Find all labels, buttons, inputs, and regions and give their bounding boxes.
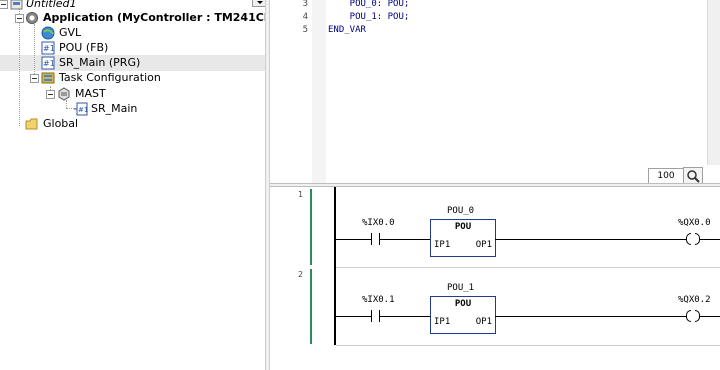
vertical-scrollbar[interactable]: [707, 0, 720, 165]
sr-main-prg-label: SR_Main (PRG): [59, 56, 141, 69]
code-line[interactable]: END_VAR: [328, 25, 366, 35]
collapse-icon[interactable]: [30, 74, 39, 83]
pou-icon: #1: [41, 41, 55, 55]
wire: [336, 316, 371, 317]
network-number: 1: [298, 190, 304, 199]
wire: [495, 239, 686, 240]
fold-margin: [312, 0, 326, 183]
ladder-editor[interactable]: 1 %IX0.0 POU_0 POU IP1 OP1 %QX0.0 2 %IX0…: [270, 187, 720, 370]
program-call-icon: #1: [74, 102, 88, 116]
code-line[interactable]: POU_1: POU;: [328, 12, 410, 22]
wire: [700, 316, 720, 317]
contact-symbol[interactable]: [371, 233, 372, 245]
function-block[interactable]: POU IP1 OP1: [430, 296, 496, 334]
network-marker[interactable]: [310, 269, 312, 344]
fb-input-pin: IP1: [434, 240, 451, 250]
svg-text:#1: #1: [43, 59, 55, 68]
tree-item-mast[interactable]: MAST: [0, 86, 265, 102]
fb-output-pin: OP1: [475, 240, 492, 250]
tree-item-pou[interactable]: #1 POU (FB): [0, 40, 265, 56]
globe-icon: [41, 26, 55, 40]
program-icon: #1: [41, 56, 55, 70]
wire: [380, 239, 430, 240]
device-tree: Untitled1 Application (MyController : TM…: [0, 0, 312, 370]
wire: [336, 239, 371, 240]
line-number: 4: [302, 12, 308, 22]
tree-item-global[interactable]: Global: [0, 116, 265, 132]
wire: [700, 239, 720, 240]
fb-output-pin: OP1: [475, 317, 492, 327]
collapse-icon[interactable]: [46, 90, 55, 99]
svg-text:#1: #1: [43, 44, 55, 53]
task-config-icon: [41, 72, 55, 84]
gvl-label: GVL: [59, 26, 82, 39]
coil-variable[interactable]: %QX0.0: [678, 218, 711, 228]
fb-instance-name[interactable]: POU_0: [447, 206, 474, 216]
fb-type: POU: [454, 222, 472, 232]
tree-item-task-configuration[interactable]: Task Configuration: [0, 70, 265, 86]
network-marker[interactable]: [310, 189, 312, 265]
declaration-editor[interactable]: 3 POU_0: POU; 4 POU_1: POU; 5 END_VAR: [270, 0, 720, 183]
network-number: 2: [298, 270, 304, 279]
code-line[interactable]: POU_0: POU;: [328, 0, 410, 9]
coil-symbol[interactable]: [686, 310, 691, 322]
coil-variable[interactable]: %QX0.2: [678, 295, 711, 305]
line-number: 3: [302, 0, 308, 9]
network-separator: [336, 267, 720, 268]
collapse-icon[interactable]: [0, 0, 8, 9]
mast-label: MAST: [75, 87, 106, 100]
fb-type: POU: [454, 299, 472, 309]
contact-variable[interactable]: %IX0.1: [362, 295, 395, 305]
left-power-rail: [334, 187, 336, 345]
magnifier-icon: [687, 170, 700, 183]
task-icon: [58, 87, 70, 101]
task-config-label: Task Configuration: [59, 71, 161, 84]
tree-item-sr-main-call[interactable]: #1 SR_Main: [0, 101, 265, 117]
tree-item-gvl[interactable]: GVL: [0, 25, 265, 41]
folder-icon: [25, 118, 38, 130]
network-separator: [336, 345, 720, 346]
line-number: 5: [302, 25, 308, 35]
wire: [380, 316, 430, 317]
wire: [495, 316, 686, 317]
coil-symbol[interactable]: [686, 233, 691, 245]
zoom-level[interactable]: 100: [648, 168, 684, 184]
function-block[interactable]: POU IP1 OP1: [430, 219, 496, 257]
tree-item-sr-main-prg[interactable]: #1 SR_Main (PRG): [0, 55, 265, 71]
pou-label: POU (FB): [59, 41, 109, 54]
sr-main-label: SR_Main: [91, 102, 138, 115]
tree-item-application[interactable]: Application (MyController : TM241CE40T/U…: [0, 10, 312, 26]
collapse-icon[interactable]: [15, 14, 24, 23]
gear-icon: [26, 12, 38, 24]
contact-symbol[interactable]: [371, 310, 372, 322]
contact-variable[interactable]: %IX0.0: [362, 218, 395, 228]
svg-text:#1: #1: [78, 106, 88, 114]
fb-input-pin: IP1: [434, 317, 451, 327]
global-label: Global: [43, 117, 79, 130]
fb-instance-name[interactable]: POU_1: [447, 283, 474, 293]
